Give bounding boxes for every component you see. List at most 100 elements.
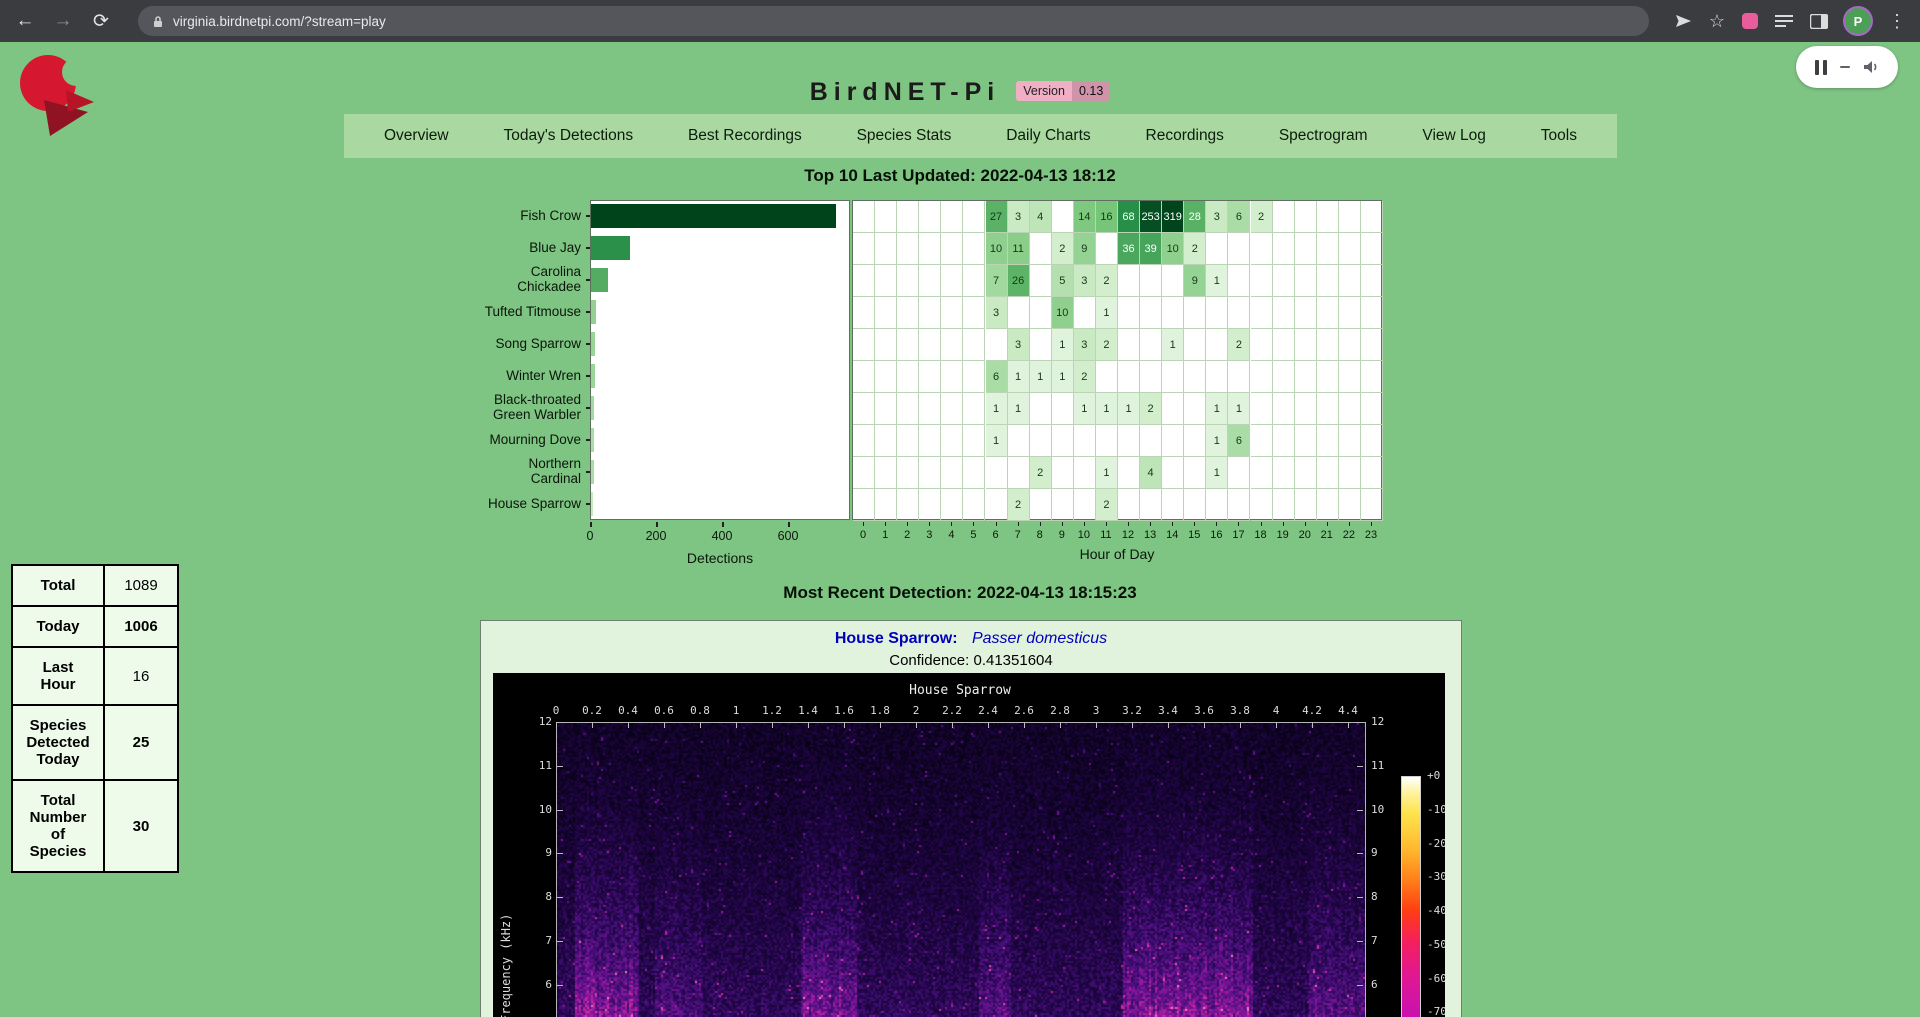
spectrogram-x-tick: 4.4	[1331, 704, 1365, 717]
heatmap-cell	[1184, 489, 1206, 521]
heatmap-cell	[1162, 265, 1184, 297]
pink-extension-icon[interactable]	[1742, 13, 1758, 29]
nav-daily-charts[interactable]: Daily Charts	[1006, 127, 1090, 145]
address-bar[interactable]: virginia.birdnetpi.com/?stream=play	[138, 6, 1649, 36]
back-icon[interactable]: ←	[14, 10, 36, 32]
stats-value-link[interactable]: 1006	[104, 606, 178, 647]
heatmap-cell: 1	[986, 425, 1008, 457]
heatmap-cell	[1184, 297, 1206, 329]
heatmap-cell	[1361, 233, 1383, 265]
heatmap-cell	[1030, 329, 1052, 361]
side-panel-icon[interactable]	[1810, 14, 1828, 29]
heatmap-cell	[1030, 233, 1052, 265]
volume-slider-icon[interactable]	[1840, 66, 1850, 69]
heatmap-cell	[1295, 233, 1317, 265]
heatmap-cell	[853, 457, 875, 489]
heatmap-cell: 10	[1052, 297, 1074, 329]
reading-list-icon[interactable]	[1775, 14, 1793, 28]
heatmap-cell	[875, 361, 897, 393]
spectrogram-x-tick: 3.2	[1115, 704, 1149, 717]
stats-table: Total1089Today1006Last Hour16Species Det…	[11, 564, 179, 873]
heatmap-cell: 1	[1052, 329, 1074, 361]
forward-icon[interactable]: →	[52, 10, 74, 32]
heatmap-cell: 2	[1140, 393, 1162, 425]
spectrogram-y-tick-right: 7	[1371, 934, 1397, 947]
heatmap-cell: 2	[1228, 329, 1250, 361]
spectrogram-title: House Sparrow	[556, 683, 1364, 698]
heatmap-cell	[1295, 361, 1317, 393]
nav-view-log[interactable]: View Log	[1422, 127, 1485, 145]
detection-panel: House Sparrow: Passer domesticus Confide…	[480, 620, 1462, 1017]
heatmap-cell: 6	[1228, 201, 1250, 233]
species-axis-tick	[586, 247, 590, 249]
hour-tick: 17	[1227, 529, 1249, 541]
heatmap-cell	[941, 297, 963, 329]
heatmap-cell	[1008, 425, 1030, 457]
heatmap-cell: 2	[1030, 457, 1052, 489]
heatmap-cell: 1	[1206, 393, 1228, 425]
heatmap-cell	[1339, 457, 1361, 489]
hour-tick: 22	[1338, 529, 1360, 541]
page-header: BirdNET-Pi Version 0.13	[0, 78, 1920, 107]
bar-axis-label: Detections	[590, 550, 850, 566]
heatmap-cell	[1228, 361, 1250, 393]
heatmap-cell	[875, 265, 897, 297]
species-axis-tick	[586, 311, 590, 313]
nav-best-recordings[interactable]: Best Recordings	[688, 127, 802, 145]
heatmap-cell: 6	[1228, 425, 1250, 457]
hour-tick: 21	[1316, 529, 1338, 541]
heatmap-cell: 36	[1118, 233, 1140, 265]
stats-value-link[interactable]: 30	[104, 780, 178, 872]
heatmap-cell: 3	[986, 297, 1008, 329]
nav-tools[interactable]: Tools	[1541, 127, 1577, 145]
spectrogram-x-tick: 3.4	[1151, 704, 1185, 717]
heatmap-cell	[875, 297, 897, 329]
heatmap-cell	[1074, 457, 1096, 489]
heatmap-cell	[1317, 233, 1339, 265]
most-recent-time: 2022-04-13 18:15:23	[977, 583, 1137, 602]
send-icon[interactable]	[1675, 13, 1692, 29]
heatmap-cell	[897, 425, 919, 457]
spectrogram-x-tick: 2.4	[971, 704, 1005, 717]
species-label: Fish Crow	[438, 200, 586, 232]
stats-value-link[interactable]: 25	[104, 705, 178, 780]
nav-overview[interactable]: Overview	[384, 127, 449, 145]
hour-tick: 6	[985, 529, 1007, 541]
detection-species-link[interactable]: House Sparrow:	[835, 630, 958, 647]
species-label: Mourning Dove	[438, 424, 586, 456]
hour-tick: 2	[896, 529, 918, 541]
profile-avatar[interactable]: P	[1845, 8, 1871, 34]
bookmark-star-icon[interactable]: ☆	[1709, 12, 1725, 30]
nav-recordings[interactable]: Recordings	[1146, 127, 1224, 145]
detections-bar	[591, 204, 836, 228]
heatmap-cell	[875, 393, 897, 425]
menu-kebab-icon[interactable]: ⋮	[1888, 12, 1906, 30]
heatmap-cell	[1074, 425, 1096, 457]
heatmap-cell: 3	[1074, 329, 1096, 361]
pause-icon[interactable]	[1815, 60, 1827, 75]
heatmap-cell	[897, 329, 919, 361]
heatmap-cell: 26	[1008, 265, 1030, 297]
nav-spectrogram[interactable]: Spectrogram	[1279, 127, 1368, 145]
spectrogram-x-tick: 3	[1079, 704, 1113, 717]
species-label: NorthernCardinal	[438, 456, 586, 488]
main-nav: Overview Today's Detections Best Recording…	[344, 114, 1617, 158]
spectrogram-x-tick: 3.8	[1223, 704, 1257, 717]
reload-icon[interactable]: ⟳	[90, 10, 112, 33]
speaker-icon[interactable]	[1863, 60, 1880, 74]
heatmap-cell	[1361, 361, 1383, 393]
detection-title: House Sparrow: Passer domesticus	[481, 630, 1461, 648]
heatmap-cell	[1339, 201, 1361, 233]
detection-scientific-name[interactable]: Passer domesticus	[972, 630, 1107, 647]
heatmap-cell	[1206, 489, 1228, 521]
species-label: Tufted Titmouse	[438, 296, 586, 328]
heatmap-cell	[1317, 361, 1339, 393]
heatmap-cell: 68	[1118, 201, 1140, 233]
nav-today-s-detections[interactable]: Today's Detections	[503, 127, 633, 145]
nav-species-stats[interactable]: Species Stats	[857, 127, 952, 145]
heatmap-cell	[897, 297, 919, 329]
species-axis-tick	[586, 471, 590, 473]
heatmap-cell	[919, 329, 941, 361]
version-label: Version	[1016, 81, 1072, 101]
heatmap-cell	[1118, 425, 1140, 457]
